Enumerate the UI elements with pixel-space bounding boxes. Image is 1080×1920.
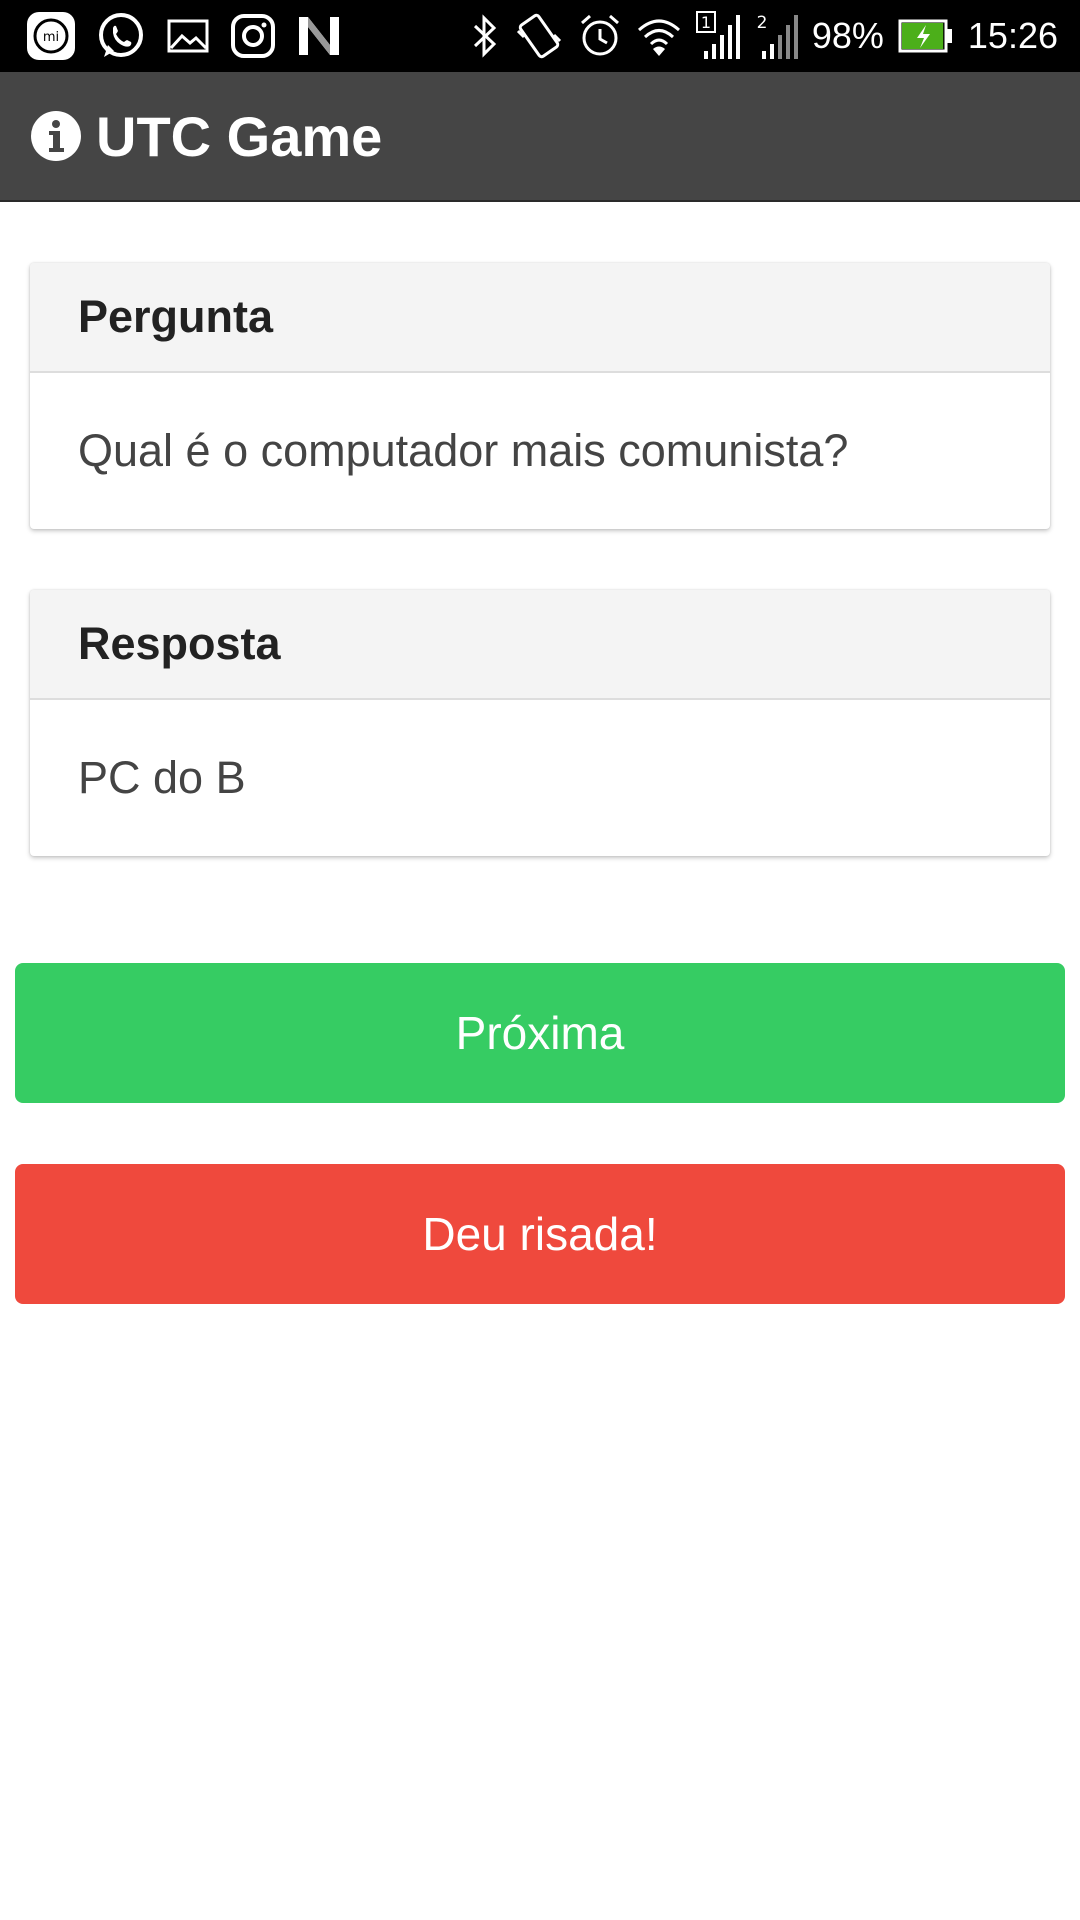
question-text: Qual é o computador mais comunista? — [78, 425, 849, 476]
info-icon[interactable] — [30, 110, 82, 162]
bluetooth-icon — [470, 14, 500, 58]
question-card-header: Pergunta — [30, 263, 1050, 373]
answer-card-header: Resposta — [30, 590, 1050, 700]
answer-text: PC do B — [78, 752, 246, 803]
wifi-icon — [636, 14, 682, 58]
app-title-group: UTC Game — [30, 72, 382, 200]
app-bar: UTC Game — [0, 72, 1080, 202]
notification-icons: mi — [26, 10, 342, 62]
vibrate-icon — [514, 13, 564, 59]
signal-sim2-icon: 2 — [754, 11, 798, 61]
mi-icon: mi — [26, 11, 76, 61]
next-button[interactable]: Próxima — [15, 963, 1065, 1103]
signal-sim1-icon: 1 — [695, 11, 740, 61]
app-title: UTC Game — [96, 104, 383, 168]
svg-text:mi: mi — [43, 30, 59, 45]
instagram-icon — [230, 13, 276, 59]
answer-card: Resposta PC do B — [30, 590, 1050, 856]
clock: 15:26 — [967, 15, 1058, 56]
svg-text:1: 1 — [701, 13, 711, 32]
whatsapp-icon — [96, 11, 146, 61]
battery-icon — [898, 19, 954, 53]
system-status: 1 2 98% 15:26 — [470, 8, 1058, 64]
battery-percent: 98% — [811, 15, 884, 56]
n-icon — [296, 15, 342, 57]
status-bar: mi 1 2 98% 15:26 — [0, 0, 1080, 72]
alarm-icon — [578, 13, 622, 59]
question-card: Pergunta Qual é o computador mais comuni… — [30, 263, 1050, 529]
svg-text:2: 2 — [756, 13, 767, 33]
gallery-icon — [166, 16, 210, 56]
laughed-button[interactable]: Deu risada! — [15, 1164, 1065, 1304]
